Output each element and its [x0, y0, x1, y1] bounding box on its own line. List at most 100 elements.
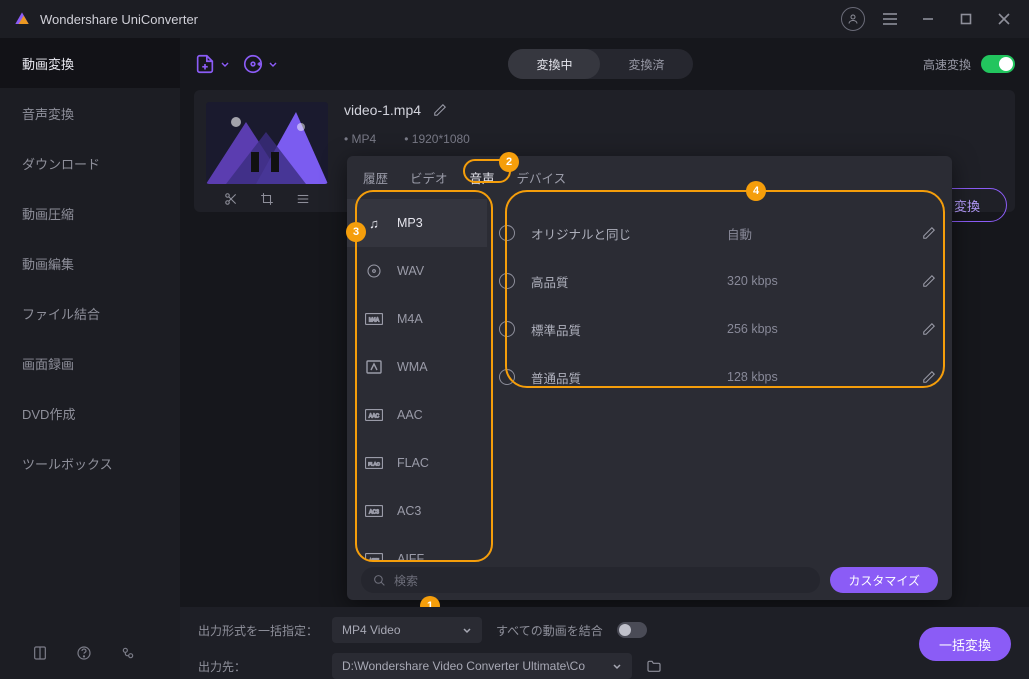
format-item-wav[interactable]: WAV — [347, 247, 487, 295]
quality-name: 普通品質 — [531, 368, 711, 387]
titlebar-left: Wondershare UniConverter — [12, 9, 198, 29]
merge-toggle[interactable] — [617, 622, 647, 638]
close-icon[interactable] — [991, 6, 1017, 32]
quality-column: オリジナルと同じ 自動 高品質 320 kbps 標準品質 256 kbps 普… — [487, 199, 952, 560]
effect-icon[interactable] — [296, 192, 310, 206]
format-item-m4a[interactable]: M4A M4A — [347, 295, 487, 343]
merge-label: すべての動画を結合 — [496, 622, 603, 639]
format-item-flac[interactable]: FLACFLAC — [347, 439, 487, 487]
file-meta: • MP4 • 1920*1080 — [344, 132, 1003, 146]
guide-icon[interactable] — [32, 645, 48, 661]
account-icon[interactable] — [841, 7, 865, 31]
format-label: AC3 — [397, 504, 421, 518]
popup-footer: 検索 カスタマイズ — [347, 560, 952, 600]
share-icon[interactable] — [120, 645, 136, 661]
radio-icon — [499, 321, 515, 337]
sidebar-item-merge[interactable]: ファイル結合 — [0, 288, 180, 338]
search-icon — [373, 574, 386, 587]
edit-icon[interactable] — [922, 226, 936, 240]
tab-audio[interactable]: 音声 — [470, 168, 495, 191]
sidebar-item-label: 動画編集 — [22, 254, 74, 273]
toolbar: 変換中 変換済 高速変換 — [180, 38, 1029, 90]
format-item-mp3[interactable]: ♫MP3 — [347, 199, 487, 247]
output-format-value: MP4 Video — [342, 623, 400, 637]
tab-converting[interactable]: 変換中 — [508, 49, 600, 79]
add-file-button[interactable] — [194, 53, 230, 75]
quality-item-original[interactable]: オリジナルと同じ 自動 — [499, 209, 936, 257]
tab-device[interactable]: デバイス — [517, 168, 567, 191]
sidebar-item-video-convert[interactable]: 動画変換 — [0, 38, 180, 88]
sidebar-item-edit[interactable]: 動画編集 — [0, 238, 180, 288]
m4a-icon: M4A — [365, 312, 383, 326]
tab-converted[interactable]: 変換済 — [600, 49, 692, 79]
customize-button[interactable]: カスタマイズ — [830, 567, 938, 593]
speed-toggle[interactable] — [981, 55, 1015, 73]
output-format-label: 出力形式を一括指定： — [198, 622, 318, 639]
file-name-row: video-1.mp4 — [344, 102, 1003, 118]
disc-icon — [365, 264, 383, 278]
format-label: MP3 — [397, 216, 423, 230]
quality-item-standard[interactable]: 標準品質 256 kbps — [499, 305, 936, 353]
row-format: 出力形式を一括指定： MP4 Video すべての動画を結合 — [198, 617, 1011, 643]
wma-icon — [365, 360, 383, 374]
sidebar-item-label: 動画圧縮 — [22, 204, 74, 223]
svg-text:AAC: AAC — [369, 414, 380, 420]
app-logo-icon — [12, 9, 32, 29]
file-format: MP4 — [352, 132, 377, 146]
sidebar-item-label: ダウンロード — [22, 154, 100, 173]
minimize-icon[interactable] — [915, 6, 941, 32]
quality-name: 標準品質 — [531, 320, 711, 339]
thumb-tools — [206, 192, 328, 206]
file-info: video-1.mp4 • MP4 • 1920*1080 — [344, 102, 1003, 146]
sidebar-item-label: ツールボックス — [22, 454, 113, 473]
aac-icon: AAC — [365, 408, 383, 422]
sidebar-item-label: 音声変換 — [22, 104, 74, 123]
sidebar-item-audio-convert[interactable]: 音声変換 — [0, 88, 180, 138]
output-path-select[interactable]: D:\Wondershare Video Converter Ultimate\… — [332, 653, 632, 679]
radio-icon — [499, 273, 515, 289]
video-thumbnail[interactable] — [206, 102, 328, 184]
thumb-column — [206, 102, 328, 206]
crop-icon[interactable] — [260, 192, 274, 206]
edit-icon[interactable] — [922, 322, 936, 336]
svg-text:FLAC: FLAC — [368, 462, 380, 467]
output-format-select[interactable]: MP4 Video — [332, 617, 482, 643]
tab-history[interactable]: 履歴 — [363, 168, 388, 191]
titlebar-right — [841, 6, 1017, 32]
sidebar-item-record[interactable]: 画面録画 — [0, 338, 180, 388]
sidebar-item-label: ファイル結合 — [22, 304, 100, 323]
annotation-badge-4: 4 — [746, 181, 766, 201]
svg-text:AC3: AC3 — [369, 510, 379, 516]
quality-item-normal[interactable]: 普通品質 128 kbps — [499, 353, 936, 401]
file-name: video-1.mp4 — [344, 102, 421, 118]
help-icon[interactable] — [76, 645, 92, 661]
format-label: M4A — [397, 312, 423, 326]
sidebar-item-compress[interactable]: 動画圧縮 — [0, 188, 180, 238]
output-path-label: 出力先： — [198, 658, 318, 675]
edit-icon[interactable] — [922, 274, 936, 288]
format-label: WAV — [397, 264, 424, 278]
sidebar-item-dvd[interactable]: DVD作成 — [0, 388, 180, 438]
quality-item-high[interactable]: 高品質 320 kbps — [499, 257, 936, 305]
edit-icon[interactable] — [922, 370, 936, 384]
format-item-ac3[interactable]: AC3 AC3 — [347, 487, 487, 535]
bottombar: 出力形式を一括指定： MP4 Video すべての動画を結合 出力先： D:\W… — [180, 607, 1029, 679]
sidebar-item-toolbox[interactable]: ツールボックス — [0, 438, 180, 488]
menu-icon[interactable] — [877, 6, 903, 32]
cut-icon[interactable] — [224, 192, 238, 206]
sidebar-item-download[interactable]: ダウンロード — [0, 138, 180, 188]
rename-icon[interactable] — [433, 103, 447, 117]
annotation-badge-2: 2 — [499, 152, 519, 172]
tab-video[interactable]: ビデオ — [410, 168, 448, 191]
format-item-wma[interactable]: WMA — [347, 343, 487, 391]
row-output: 出力先： D:\Wondershare Video Converter Ulti… — [198, 653, 1011, 679]
format-item-aiff[interactable]: AIFFAIFF — [347, 535, 487, 560]
popup-tabs: 履歴 ビデオ 音声 デバイス — [347, 156, 952, 199]
open-folder-icon[interactable] — [646, 659, 662, 673]
convert-all-button[interactable]: 一括変換 — [919, 627, 1011, 661]
add-disc-button[interactable] — [242, 53, 278, 75]
svg-text:M4A: M4A — [369, 318, 380, 324]
maximize-icon[interactable] — [953, 6, 979, 32]
format-search[interactable]: 検索 — [361, 567, 820, 593]
format-item-aac[interactable]: AACAAC — [347, 391, 487, 439]
